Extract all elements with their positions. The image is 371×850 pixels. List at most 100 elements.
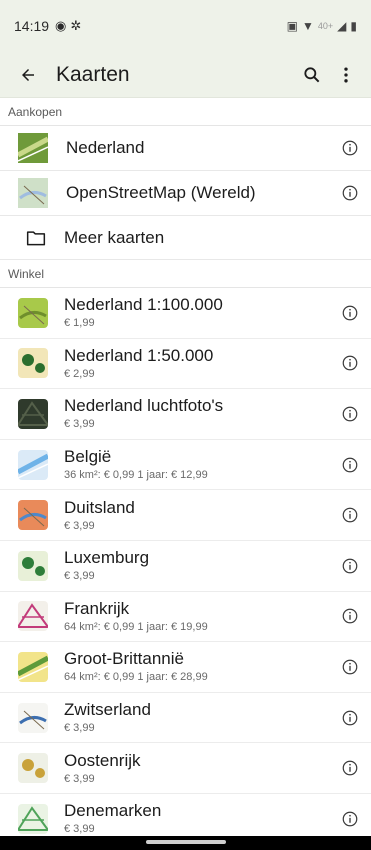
more-vert-icon	[344, 67, 348, 82]
info-icon	[342, 811, 358, 827]
map-name: Groot-Brittannië	[64, 649, 184, 669]
map-name: Duitsland	[64, 497, 135, 517]
map-price: 36 km²: € 0,99 1 jaar: € 12,99	[64, 469, 208, 482]
shop-map-row[interactable]: Duitsland € 3,99	[0, 490, 371, 541]
map-price: € 3,99	[64, 823, 95, 836]
gesture-handle[interactable]	[145, 840, 226, 844]
map-price: € 3,99	[64, 722, 95, 735]
purchased-map-row[interactable]: OpenStreetMap (Wereld)	[0, 171, 371, 216]
page-title: Kaarten	[56, 62, 130, 86]
info-button[interactable]	[339, 707, 361, 729]
map-thumbnail	[18, 398, 48, 429]
info-button[interactable]	[339, 808, 361, 830]
map-thumbnail	[18, 297, 48, 328]
info-button[interactable]	[339, 302, 361, 324]
info-button[interactable]	[339, 454, 361, 476]
battery-icon: ▮	[350, 19, 357, 33]
map-price: € 3,99	[64, 772, 95, 785]
status-right: ▣ ▼ 40+ ◢ ▮	[287, 19, 357, 33]
shop-list: Nederland 1:100.000 € 1,99 Nederland 1:50.…	[0, 288, 371, 845]
map-price: € 2,99	[64, 367, 95, 380]
shop-map-row[interactable]: Oostenrijk € 3,99	[0, 743, 371, 794]
info-button[interactable]	[339, 605, 361, 627]
map-texts: Frankrijk 64 km²: € 0,99 1 jaar: € 19,99	[64, 599, 333, 634]
status-time: 14:19	[14, 18, 50, 34]
info-button[interactable]	[339, 403, 361, 425]
network-type: 40+	[317, 21, 334, 31]
map-texts: België 36 km²: € 0,99 1 jaar: € 12,99	[64, 447, 333, 482]
info-button[interactable]	[339, 555, 361, 577]
back-button[interactable]	[14, 61, 42, 89]
map-texts: Zwitserland € 3,99	[64, 700, 333, 735]
map-price: € 3,99	[64, 570, 95, 583]
map-price: 64 km²: € 0,99 1 jaar: € 28,99	[64, 671, 208, 684]
shop-map-row[interactable]: Frankrijk 64 km²: € 0,99 1 jaar: € 19,99	[0, 592, 371, 643]
map-texts: Oostenrijk € 3,99	[64, 751, 333, 786]
shop-map-row[interactable]: Nederland luchtfoto's € 3,99	[0, 389, 371, 440]
shop-map-row[interactable]: Luxemburg € 3,99	[0, 541, 371, 592]
map-name: OpenStreetMap (Wereld)	[66, 183, 256, 202]
app-bar: Kaarten	[0, 52, 371, 98]
map-thumbnail	[18, 449, 48, 480]
map-thumbnail	[18, 803, 48, 834]
map-texts: Nederland 1:100.000 € 1,99	[64, 295, 333, 330]
info-button[interactable]	[339, 757, 361, 779]
map-price: € 1,99	[64, 317, 95, 330]
info-icon	[342, 356, 358, 371]
map-name: Luxemburg	[64, 548, 150, 568]
info-icon	[342, 507, 358, 523]
map-thumbnail	[18, 178, 48, 208]
purchases-header: Aankopen	[0, 98, 371, 126]
info-icon	[342, 457, 358, 472]
search-icon	[304, 66, 320, 82]
map-texts: Nederland luchtfoto's € 3,99	[64, 396, 333, 431]
map-thumbnail	[16, 133, 50, 163]
map-name: Frankrijk	[64, 598, 130, 618]
app-notification-icon: ✲	[70, 18, 82, 33]
map-texts: Luxemburg € 3,99	[64, 548, 333, 583]
info-button[interactable]	[339, 656, 361, 678]
map-thumbnail	[18, 348, 48, 379]
info-icon	[342, 185, 358, 201]
map-thumbnail	[18, 651, 48, 682]
arrow-back-icon	[22, 68, 34, 81]
map-texts: Duitsland € 3,99	[64, 498, 333, 533]
info-icon	[342, 659, 358, 675]
shop-map-row[interactable]: Groot-Brittannië 64 km²: € 0,99 1 jaar: €…	[0, 642, 371, 693]
facebook-icon: ◉	[55, 18, 67, 33]
info-button[interactable]	[339, 182, 361, 204]
info-icon	[342, 609, 358, 624]
folder-icon	[26, 230, 46, 245]
map-name: Nederland luchtfoto's	[64, 396, 224, 416]
navigation-bar	[0, 836, 371, 850]
purchases-list: Nederland OpenStreetMap (Wereld)	[0, 126, 371, 216]
map-name: Nederland	[66, 138, 145, 157]
map-name: Nederland 1:50.000	[64, 345, 214, 365]
shop-map-row[interactable]: Nederland 1:100.000 € 1,99	[0, 288, 371, 339]
more-maps-label: Meer kaarten	[64, 227, 165, 247]
info-button[interactable]	[339, 504, 361, 526]
info-icon	[342, 710, 358, 725]
map-name: België	[64, 447, 112, 467]
map-texts: Groot-Brittannië 64 km²: € 0,99 1 jaar: €…	[64, 649, 333, 684]
search-button[interactable]	[295, 58, 329, 92]
map-name: Zwitserland	[64, 700, 151, 720]
nfc-icon: ▣	[286, 19, 298, 33]
info-icon	[342, 760, 358, 776]
shop-map-row[interactable]: Zwitserland € 3,99	[0, 693, 371, 744]
map-texts: Nederland 1:50.000 € 2,99	[64, 346, 333, 381]
map-thumbnail	[18, 702, 48, 733]
map-price: 64 km²: € 0,99 1 jaar: € 19,99	[64, 620, 208, 633]
wifi-icon: ▼	[301, 19, 314, 33]
info-icon	[342, 305, 358, 321]
info-button[interactable]	[339, 137, 361, 159]
map-name: Nederland 1:100.000	[64, 295, 223, 315]
purchased-map-row[interactable]: Nederland	[0, 126, 371, 171]
more-maps-row[interactable]: Meer kaarten	[0, 216, 371, 260]
info-button[interactable]	[339, 352, 361, 374]
shop-map-row[interactable]: Nederland 1:50.000 € 2,99	[0, 339, 371, 390]
info-icon	[342, 558, 358, 574]
overflow-menu-button[interactable]	[329, 58, 363, 92]
map-price: € 3,99	[64, 519, 95, 532]
shop-map-row[interactable]: België 36 km²: € 0,99 1 jaar: € 12,99	[0, 440, 371, 491]
